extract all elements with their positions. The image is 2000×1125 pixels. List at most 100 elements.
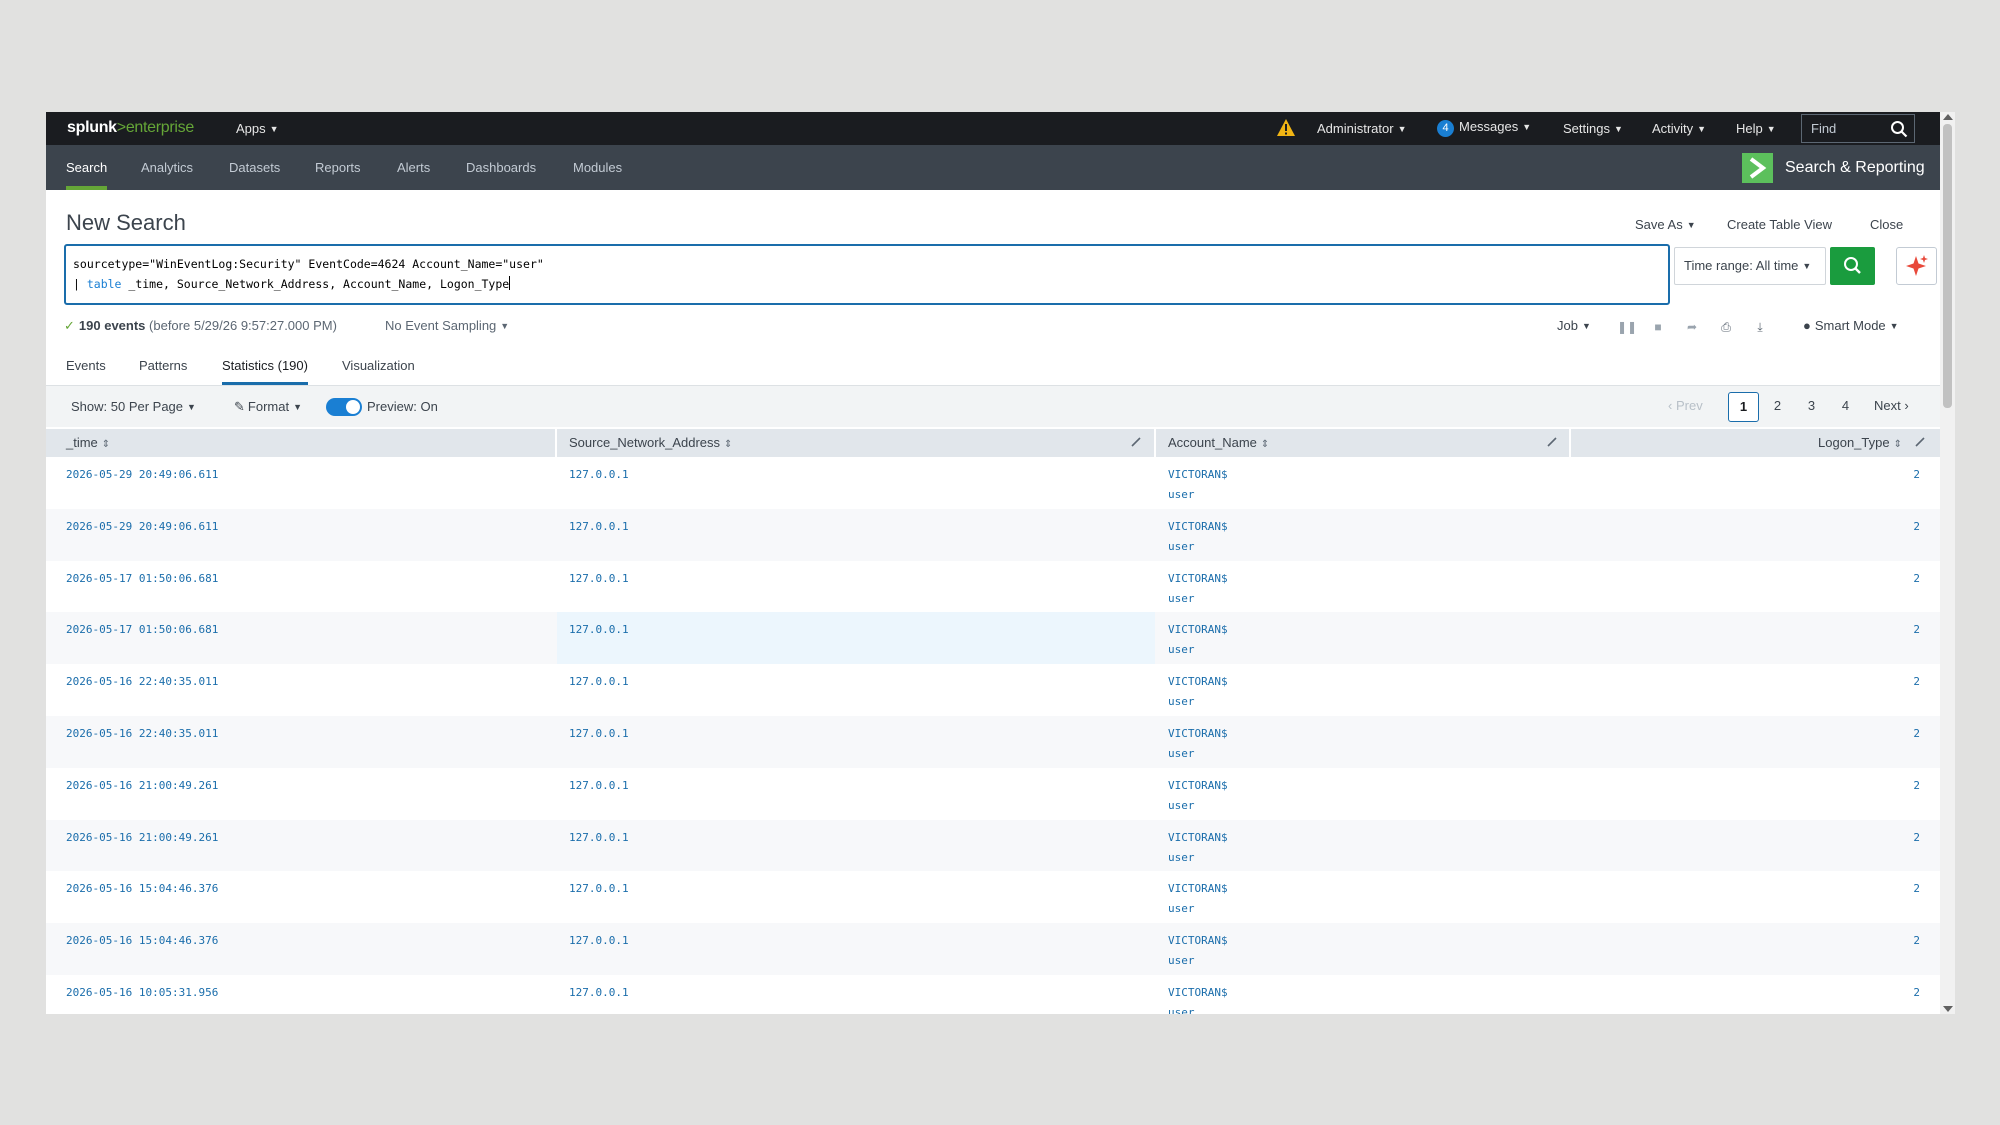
cell-time[interactable]: 2026-05-29 20:49:06.611 (66, 517, 218, 537)
close-button[interactable]: Close (1870, 217, 1903, 232)
ai-assistant-button[interactable] (1896, 247, 1937, 285)
pause-icon[interactable]: ❚❚ (1617, 320, 1637, 334)
cell-logon-type[interactable]: 2 (1913, 517, 1920, 537)
account-value[interactable]: VICTORAN$ (1168, 931, 1228, 951)
edit-column-icon[interactable] (1130, 436, 1142, 448)
nav-alerts[interactable]: Alerts (397, 145, 430, 190)
nav-analytics[interactable]: Analytics (141, 145, 193, 190)
edit-column-icon[interactable] (1914, 436, 1926, 448)
nav-datasets[interactable]: Datasets (229, 145, 280, 190)
page-2-button[interactable]: 2 (1762, 392, 1793, 422)
account-value[interactable]: user (1168, 899, 1228, 919)
search-query-editor[interactable]: sourcetype="WinEventLog:Security" EventC… (64, 244, 1670, 305)
cell-source-address[interactable]: 127.0.0.1 (569, 569, 629, 589)
cell-logon-type[interactable]: 2 (1913, 983, 1920, 1003)
page-scrollbar[interactable] (1940, 112, 1955, 1014)
account-value[interactable]: VICTORAN$ (1168, 879, 1228, 899)
search-mode-menu[interactable]: ● Smart Mode ▼ (1803, 318, 1899, 333)
warning-icon[interactable] (1276, 118, 1296, 137)
cell-source-address[interactable]: 127.0.0.1 (569, 724, 629, 744)
account-value[interactable]: VICTORAN$ (1168, 724, 1228, 744)
cell-source-address[interactable]: 127.0.0.1 (569, 879, 629, 899)
per-page-menu[interactable]: Show: 50 Per Page ▼ (71, 399, 196, 414)
cell-logon-type[interactable]: 2 (1913, 672, 1920, 692)
cell-time[interactable]: 2026-05-16 15:04:46.376 (66, 931, 218, 951)
apps-menu[interactable]: Apps ▼ (236, 121, 279, 136)
account-value[interactable]: user (1168, 848, 1228, 868)
cell-time[interactable]: 2026-05-17 01:50:06.681 (66, 620, 218, 640)
nav-dashboards[interactable]: Dashboards (466, 145, 536, 190)
cell-time[interactable]: 2026-05-16 21:00:49.261 (66, 776, 218, 796)
nav-search[interactable]: Search (66, 145, 108, 190)
tab-patterns[interactable]: Patterns (139, 347, 187, 385)
splunk-logo[interactable]: splunk>enterprise (67, 119, 194, 137)
cell-source-address[interactable]: 127.0.0.1 (569, 776, 629, 796)
tab-visualization[interactable]: Visualization (342, 347, 415, 385)
cell-time[interactable]: 2026-05-17 01:50:06.681 (66, 569, 218, 589)
account-value[interactable]: user (1168, 640, 1228, 660)
stop-icon[interactable]: ■ (1651, 320, 1665, 334)
event-sampling-menu[interactable]: No Event Sampling ▼ (385, 318, 509, 333)
account-value[interactable]: user (1168, 485, 1228, 505)
cell-time[interactable]: 2026-05-29 20:49:06.611 (66, 465, 218, 485)
nav-reports[interactable]: Reports (315, 145, 361, 190)
search-icon[interactable] (1890, 120, 1908, 138)
activity-menu[interactable]: Activity ▼ (1652, 121, 1706, 136)
edit-column-icon[interactable] (1546, 436, 1558, 448)
page-1-button[interactable]: 1 (1728, 392, 1759, 422)
next-page-button[interactable]: Next › (1874, 392, 1909, 422)
cell-source-address[interactable]: 127.0.0.1 (569, 465, 629, 485)
account-value[interactable]: VICTORAN$ (1168, 517, 1228, 537)
settings-menu[interactable]: Settings ▼ (1563, 121, 1623, 136)
messages-menu[interactable]: 4 Messages ▼ (1437, 119, 1531, 137)
cell-logon-type[interactable]: 2 (1913, 776, 1920, 796)
scroll-down-arrow-icon[interactable] (1943, 1006, 1953, 1012)
page-3-button[interactable]: 3 (1796, 392, 1827, 422)
account-value[interactable]: VICTORAN$ (1168, 983, 1228, 1003)
cell-logon-type[interactable]: 2 (1913, 569, 1920, 589)
cell-source-address[interactable]: 127.0.0.1 (569, 620, 629, 640)
cell-source-address[interactable]: 127.0.0.1 (569, 672, 629, 692)
account-value[interactable]: user (1168, 796, 1228, 816)
cell-logon-type[interactable]: 2 (1913, 931, 1920, 951)
print-icon[interactable]: ⎙ (1719, 320, 1733, 334)
cell-time[interactable]: 2026-05-16 22:40:35.011 (66, 724, 218, 744)
cell-source-address[interactable]: 127.0.0.1 (569, 931, 629, 951)
administrator-menu[interactable]: Administrator ▼ (1317, 121, 1407, 136)
tab-statistics[interactable]: Statistics (190) (222, 347, 308, 385)
cell-logon-type[interactable]: 2 (1913, 620, 1920, 640)
job-menu[interactable]: Job ▼ (1557, 318, 1591, 333)
cell-time[interactable]: 2026-05-16 22:40:35.011 (66, 672, 218, 692)
format-menu[interactable]: ✎ Format ▼ (234, 399, 302, 415)
nav-modules[interactable]: Modules (573, 145, 622, 190)
save-as-menu[interactable]: Save As ▼ (1635, 217, 1696, 232)
share-icon[interactable]: ➦ (1685, 320, 1699, 334)
prev-page-button[interactable]: ‹ Prev (1668, 392, 1703, 422)
column-header-time[interactable]: _time ⇕ (66, 429, 110, 457)
search-button[interactable] (1830, 247, 1875, 285)
find-input[interactable] (1802, 115, 1887, 142)
account-value[interactable]: VICTORAN$ (1168, 776, 1228, 796)
create-table-view-button[interactable]: Create Table View (1727, 217, 1832, 232)
tab-events[interactable]: Events (66, 347, 106, 385)
cell-logon-type[interactable]: 2 (1913, 724, 1920, 744)
help-menu[interactable]: Help ▼ (1736, 121, 1776, 136)
account-value[interactable]: VICTORAN$ (1168, 620, 1228, 640)
account-value[interactable]: user (1168, 589, 1228, 609)
cell-source-address[interactable]: 127.0.0.1 (569, 828, 629, 848)
account-value[interactable]: VICTORAN$ (1168, 672, 1228, 692)
account-value[interactable]: user (1168, 744, 1228, 764)
account-value[interactable]: VICTORAN$ (1168, 465, 1228, 485)
cell-time[interactable]: 2026-05-16 15:04:46.376 (66, 879, 218, 899)
cell-source-address[interactable]: 127.0.0.1 (569, 983, 629, 1003)
account-value[interactable]: VICTORAN$ (1168, 569, 1228, 589)
account-value[interactable]: user (1168, 1003, 1228, 1014)
cell-source-address[interactable]: 127.0.0.1 (569, 517, 629, 537)
column-header-source-network-address[interactable]: Source_Network_Address ⇕ (569, 429, 732, 457)
account-value[interactable]: VICTORAN$ (1168, 828, 1228, 848)
cell-time[interactable]: 2026-05-16 21:00:49.261 (66, 828, 218, 848)
account-value[interactable]: user (1168, 951, 1228, 971)
column-header-account-name[interactable]: Account_Name ⇕ (1168, 429, 1269, 457)
scroll-up-arrow-icon[interactable] (1943, 114, 1953, 120)
export-icon[interactable]: ⤓ (1753, 320, 1767, 334)
